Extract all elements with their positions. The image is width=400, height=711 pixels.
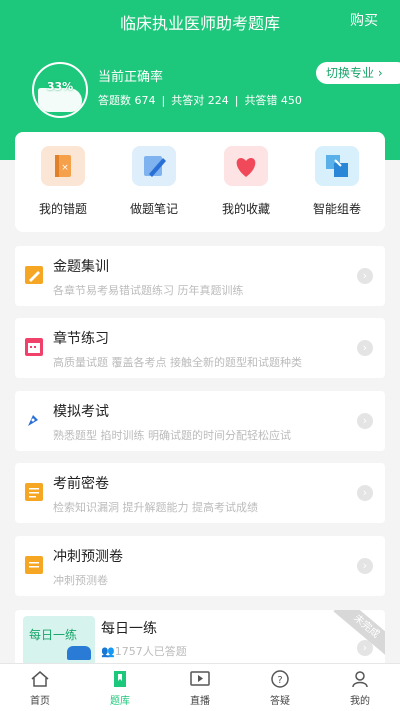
list-subtitle: 检索知识漏洞 提升解题能力 提高考试成绩 [53,501,258,514]
heart-icon [224,146,268,186]
list-item-sprint-paper[interactable]: 冲刺预测卷 冲刺预测卷 › [15,536,385,596]
bottom-tab-bar: 首页 题库 直播 ? 答疑 我的 [0,663,400,711]
buy-button[interactable]: 购买 [350,10,378,30]
daily-thumbnail-text: 每日一练 [29,628,78,642]
daily-participants: 👥1757人已答题 [101,643,187,659]
svg-text:?: ? [277,675,282,686]
question-icon: ? [270,670,290,688]
quick-item-favorites[interactable]: 我的收藏 [202,146,290,217]
quick-item-notes[interactable]: 做题笔记 [110,146,198,217]
quick-item-smart-paper[interactable]: 智能组卷 [293,146,381,217]
list-subtitle: 各章节易考易错试题练习 历年真题训练 [53,284,244,297]
list-item-chapter-practice[interactable]: 章节练习 高质量试题 覆盖各考点 接触全新的题型和试题种类 › [15,318,385,378]
list-title: 章节练习 [53,331,109,347]
stats-separator: | [161,94,166,107]
list-item-mock-exam[interactable]: 模拟考试 熟悉题型 掐时训练 明确试题的时间分配轻松应试 › [15,391,385,451]
switch-major-button[interactable]: 切换专业 › [316,62,400,84]
tab-me[interactable]: 我的 [320,670,400,707]
pen-icon [132,146,176,186]
tab-live[interactable]: 直播 [160,670,240,707]
list-item-gold-training[interactable]: 金题集训 各章节易考易错试题练习 历年真题训练 › [15,246,385,306]
correct-count: 共答对 224 [171,94,229,107]
list-title: 金题集训 [53,259,109,275]
user-icon [350,670,370,688]
daily-title: 每日一练 [101,621,157,637]
calendar-icon [25,338,43,356]
list-title: 冲刺预测卷 [53,549,123,565]
chevron-right-icon: › [357,485,373,501]
tab-home[interactable]: 首页 [0,670,80,707]
stats-row: 答题数 674 | 共答对 224 | 共答错 450 [98,92,302,108]
quick-item-wrong-questions[interactable]: × 我的错题 [19,146,107,217]
bookmark-icon [110,670,130,688]
list-subtitle: 冲刺预测卷 [53,574,108,587]
scroll-icon [25,556,43,574]
shuffle-icon [315,146,359,186]
svg-text:×: × [61,163,69,173]
notebook-icon: × [41,146,85,186]
accuracy-percent: 33% [46,80,74,93]
document-icon [25,483,43,501]
quick-label: 做题笔记 [129,202,178,216]
answered-count: 答题数 674 [98,94,156,107]
users-icon: 👥 [101,645,115,658]
pen-nib-icon [25,411,43,429]
tab-label: 题库 [110,696,130,707]
tab-label: 直播 [190,696,210,707]
chevron-right-icon: › [357,558,373,574]
home-icon [30,670,50,688]
person-illustration-icon [67,646,91,660]
chevron-right-icon: › [357,268,373,284]
list-title: 模拟考试 [53,404,109,420]
app-title: 临床执业医师助考题库 [119,14,280,33]
chevron-right-icon: › [357,640,373,656]
tab-label: 我的 [350,696,370,707]
tab-qa[interactable]: ? 答疑 [240,670,320,707]
daily-participants-text: 1757人已答题 [114,645,187,658]
daily-thumbnail: 每日一练 [23,616,95,666]
stats-separator: | [234,94,239,107]
list-title: 考前密卷 [53,476,109,492]
chevron-right-icon: › [357,340,373,356]
quick-label: 智能组卷 [312,202,361,216]
quick-label: 我的错题 [38,202,87,216]
list-subtitle: 高质量试题 覆盖各考点 接触全新的题型和试题种类 [53,356,302,369]
tab-label: 答疑 [270,696,290,707]
pencil-icon [25,266,43,284]
quick-actions-card: × 我的错题 做题笔记 我的收藏 智能组卷 [15,132,385,232]
play-icon [190,670,210,688]
tab-question-bank[interactable]: 题库 [80,670,160,707]
quick-label: 我的收藏 [221,202,270,216]
tab-label: 首页 [30,696,50,707]
wrong-count: 共答错 450 [244,94,302,107]
accuracy-label: 当前正确率 [98,70,164,85]
daily-practice-card[interactable]: 每日一练 每日一练 👥1757人已答题 未完成 › [15,610,385,670]
chevron-right-icon: › [357,413,373,429]
accuracy-ring: 33% [32,62,88,118]
list-item-secret-paper[interactable]: 考前密卷 检索知识漏洞 提升解题能力 提高考试成绩 › [15,463,385,523]
list-subtitle: 熟悉题型 掐时训练 明确试题的时间分配轻松应试 [53,429,291,442]
